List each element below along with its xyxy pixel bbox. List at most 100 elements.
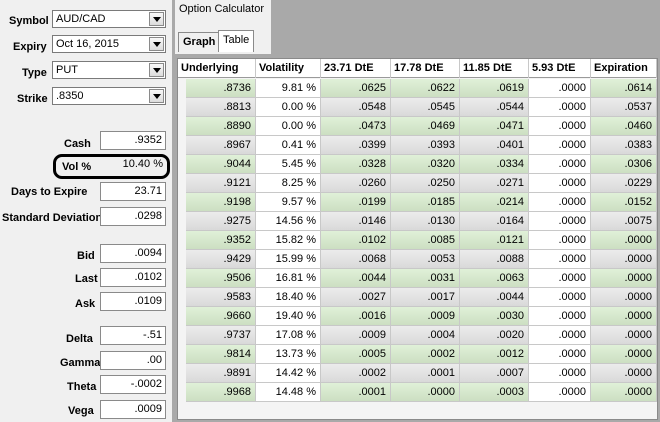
- column-header[interactable]: 5.93 DtE: [529, 59, 591, 78]
- ask-field[interactable]: .0109: [100, 292, 166, 311]
- table-row[interactable]: .9737 17.08 % .0009.0004.0020.0000.0000: [178, 326, 657, 345]
- table-row[interactable]: .9044 5.45 % .0328.0320.0334.0000.0306: [178, 155, 657, 174]
- table-cell: .0121: [460, 231, 529, 250]
- expiry-label: Expiry: [13, 41, 47, 53]
- table-row[interactable]: .9352 15.82 % .0102.0085.0121.0000.0000: [178, 231, 657, 250]
- table-row[interactable]: .9121 8.25 % .0260.0250.0271.0000.0229: [178, 174, 657, 193]
- table-cell: .0016: [321, 307, 391, 326]
- table-cell: .0000: [591, 288, 657, 307]
- table-cell: .9891: [186, 364, 256, 383]
- gamma-field[interactable]: .00: [100, 351, 166, 370]
- vega-label: Vega: [68, 405, 94, 417]
- symbol-value: AUD/CAD: [56, 13, 106, 25]
- table-cell: .0152: [591, 193, 657, 212]
- column-header[interactable]: 11.85 DtE: [460, 59, 529, 78]
- table-cell: .0000: [591, 231, 657, 250]
- type-dropdown-icon[interactable]: [149, 63, 164, 77]
- calculator-input-panel: Symbol AUD/CAD Expiry Oct 16, 2015 Type …: [0, 0, 172, 422]
- column-header[interactable]: Expiration: [591, 59, 657, 78]
- table-cell: .0548: [321, 98, 391, 117]
- table-cell: .0000: [591, 383, 657, 402]
- table-cell: .0625: [321, 79, 391, 98]
- table-cell: .9352: [186, 231, 256, 250]
- table-cell: .0469: [391, 117, 460, 136]
- table-row[interactable]: .8813 0.00 % .0548.0545.0544.0000.0537: [178, 98, 657, 117]
- table-cell: .0088: [460, 250, 529, 269]
- tab-graph[interactable]: Graph: [178, 32, 221, 52]
- days-to-expire-field[interactable]: 23.71: [100, 182, 166, 201]
- last-label: Last: [75, 273, 98, 285]
- table-cell: .0001: [321, 383, 391, 402]
- table-row[interactable]: .9198 9.57 % .0199.0185.0214.0000.0152: [178, 193, 657, 212]
- table-row[interactable]: .9814 13.73 % .0005.0002.0012.0000.0000: [178, 345, 657, 364]
- column-header[interactable]: Volatility: [256, 59, 321, 78]
- table-cell: .9737: [186, 326, 256, 345]
- table-cell: 9.81 %: [256, 79, 321, 98]
- table-cell: .0004: [391, 326, 460, 345]
- table-cell: 14.48 %: [256, 383, 321, 402]
- delta-field[interactable]: -.51: [100, 326, 166, 345]
- last-field[interactable]: .0102: [100, 268, 166, 287]
- table-cell: .9660: [186, 307, 256, 326]
- table-cell: .0000: [529, 307, 591, 326]
- table-row[interactable]: .9506 16.81 % .0044.0031.0063.0000.0000: [178, 269, 657, 288]
- expiry-dropdown-icon[interactable]: [149, 37, 164, 51]
- table-cell: .9583: [186, 288, 256, 307]
- table-row[interactable]: .9891 14.42 % .0002.0001.0007.0000.0000: [178, 364, 657, 383]
- table-cell: .0000: [529, 98, 591, 117]
- table-row[interactable]: .8967 0.41 % .0399.0393.0401.0000.0383: [178, 136, 657, 155]
- table-cell: .0000: [529, 136, 591, 155]
- expiry-combo[interactable]: Oct 16, 2015: [52, 35, 166, 53]
- table-cell: .0130: [391, 212, 460, 231]
- column-header[interactable]: 17.78 DtE: [391, 59, 460, 78]
- tab-table[interactable]: Table: [218, 30, 255, 52]
- vol-field[interactable]: 10.40 %: [100, 156, 166, 175]
- table-cell: .0031: [391, 269, 460, 288]
- table-row[interactable]: .9275 14.56 % .0146.0130.0164.0000.0075: [178, 212, 657, 231]
- bid-field[interactable]: .0094: [100, 244, 166, 263]
- table-cell: .0000: [591, 269, 657, 288]
- theta-field[interactable]: -.0002: [100, 375, 166, 394]
- delta-label: Delta: [66, 333, 93, 345]
- table-cell: 0.41 %: [256, 136, 321, 155]
- theta-label: Theta: [67, 381, 97, 393]
- column-header[interactable]: Underlying: [178, 59, 256, 78]
- type-combo[interactable]: PUT: [52, 61, 166, 79]
- table-cell: .0614: [591, 79, 657, 98]
- table-cell: .0000: [529, 364, 591, 383]
- table-cell: .0044: [321, 269, 391, 288]
- strike-dropdown-icon[interactable]: [149, 89, 164, 103]
- table-cell: .0320: [391, 155, 460, 174]
- table-row[interactable]: .8736 9.81 % .0625.0622.0619.0000.0614: [178, 79, 657, 98]
- strike-combo[interactable]: .8350: [52, 87, 166, 105]
- table-cell: .0622: [391, 79, 460, 98]
- table-row[interactable]: .9660 19.40 % .0016.0009.0030.0000.0000: [178, 307, 657, 326]
- table-cell: .0000: [529, 155, 591, 174]
- table-cell: 14.42 %: [256, 364, 321, 383]
- vega-field[interactable]: .0009: [100, 400, 166, 419]
- table-row[interactable]: .8890 0.00 % .0473.0469.0471.0000.0460: [178, 117, 657, 136]
- table-cell: .0185: [391, 193, 460, 212]
- table-cell: .0000: [591, 364, 657, 383]
- table-cell: .0164: [460, 212, 529, 231]
- table-cell: .9044: [186, 155, 256, 174]
- table-cell: .0000: [591, 250, 657, 269]
- symbol-combo[interactable]: AUD/CAD: [52, 10, 166, 28]
- table-cell: .0000: [529, 345, 591, 364]
- table-cell: 0.00 %: [256, 98, 321, 117]
- table-cell: .0044: [460, 288, 529, 307]
- standard-deviation-field[interactable]: .0298: [100, 207, 166, 226]
- table-row[interactable]: .9583 18.40 % .0027.0017.0044.0000.0000: [178, 288, 657, 307]
- ask-label: Ask: [75, 298, 96, 310]
- table-cell: .0102: [321, 231, 391, 250]
- table-cell: 18.40 %: [256, 288, 321, 307]
- symbol-dropdown-icon[interactable]: [149, 12, 164, 26]
- table-cell: .0020: [460, 326, 529, 345]
- bid-label: Bid: [77, 250, 95, 262]
- cash-field[interactable]: .9352: [100, 131, 166, 150]
- column-header[interactable]: 23.71 DtE: [321, 59, 391, 78]
- table-cell: .0393: [391, 136, 460, 155]
- table-row[interactable]: .9968 14.48 % .0001.0000.0003.0000.0000: [178, 383, 657, 402]
- table-cell: .0250: [391, 174, 460, 193]
- table-row[interactable]: .9429 15.99 % .0068.0053.0088.0000.0000: [178, 250, 657, 269]
